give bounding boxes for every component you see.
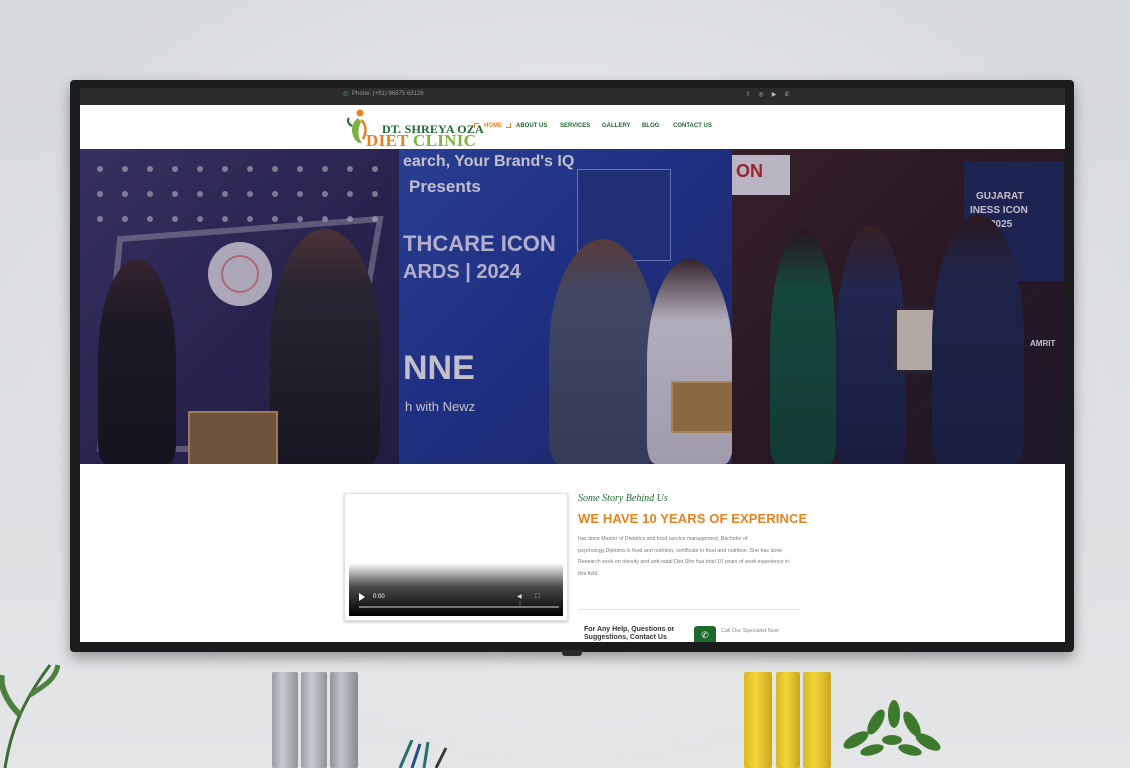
section-divider: [578, 609, 800, 610]
binder-grey-1: [272, 672, 298, 768]
instagram-icon[interactable]: ◎: [757, 91, 765, 100]
binder-yellow-2: [776, 672, 800, 768]
hero-overlay: [80, 149, 1065, 464]
whatsapp-icon[interactable]: ✆: [783, 91, 791, 100]
story-kicker: Some Story Behind Us: [578, 493, 668, 504]
nav-gallery[interactable]: GALLERY: [602, 123, 630, 129]
nav-about-us[interactable]: ABOUT US: [516, 123, 547, 129]
plant-right: [843, 700, 941, 756]
help-text: For Any Help, Questions or Suggestions, …: [584, 626, 675, 641]
logo-clinic[interactable]: DIET CLINIC: [366, 131, 476, 151]
story-title: WE HAVE 10 YEARS OF EXPERINCE: [578, 511, 808, 526]
video-player[interactable]: 0:00 ◀ ⛶ ⋮: [344, 493, 568, 621]
phone-number[interactable]: Phone: (+91) 96875 63126: [352, 91, 424, 97]
phone-icon: ✆: [343, 91, 349, 98]
video-time: 0:00: [373, 594, 385, 600]
binder-yellow-1: [744, 672, 772, 768]
binder-grey-3: [330, 672, 358, 768]
plant-left: [0, 664, 60, 768]
logo-clinic-word: CLINIC: [408, 131, 477, 150]
video-area[interactable]: 0:00 ◀ ⛶ ⋮: [349, 498, 563, 616]
top-bar: ✆ Phone: (+91) 96875 63126 f ◎ ▶ ✆: [80, 88, 1065, 105]
nav-blog[interactable]: BLOG: [642, 123, 659, 129]
youtube-icon[interactable]: ▶: [770, 91, 778, 100]
nav-contact-us[interactable]: CONTACT US: [673, 123, 712, 129]
binder-yellow-3: [803, 672, 831, 768]
nav-services[interactable]: SERVICES: [560, 123, 590, 129]
website-screen: ✆ Phone: (+91) 96875 63126 f ◎ ▶ ✆ DT. S…: [80, 88, 1065, 642]
play-icon[interactable]: [359, 593, 365, 601]
social-links: f ◎ ▶ ✆: [744, 91, 791, 100]
active-bracket-bottom: [506, 123, 511, 128]
nav-home[interactable]: HOME: [484, 123, 502, 129]
active-bracket-top: [474, 123, 479, 128]
call-label[interactable]: Call Our Specialist Now: [721, 628, 779, 634]
story-body: has done Master of Dietetics and food se…: [578, 536, 790, 577]
main-navigation: DT. SHREYA OZA DIET CLINIC HOME ABOUT US…: [80, 105, 1065, 151]
hero-banner: earch, Your Brand's IQ Presents THCARE I…: [80, 149, 1065, 464]
video-progress-bar[interactable]: [359, 606, 559, 608]
logo-diet: DIET: [366, 131, 409, 150]
tv-stand: [562, 650, 582, 656]
pencil-cup: [398, 740, 448, 768]
facebook-icon[interactable]: f: [744, 91, 752, 100]
call-phone-icon[interactable]: ✆: [694, 626, 716, 642]
binder-grey-2: [301, 672, 327, 768]
